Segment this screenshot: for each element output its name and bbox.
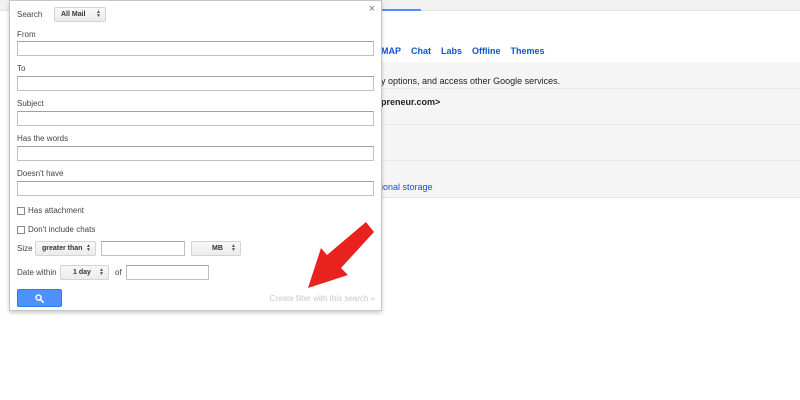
- dont-include-chats-option: Don't include chats: [17, 225, 95, 234]
- search-icon: [35, 293, 44, 303]
- of-label: of: [115, 268, 122, 277]
- has-words-label: Has the words: [17, 134, 69, 143]
- select-arrows-icon: ▲ ▼: [99, 267, 104, 277]
- row-divider: [380, 124, 800, 125]
- select-arrows-icon: ▲ ▼: [86, 243, 91, 253]
- subject-field[interactable]: [17, 111, 374, 126]
- date-within-value: 1 day: [73, 269, 91, 276]
- search-label: Search: [17, 10, 43, 19]
- to-label: To: [17, 64, 26, 73]
- size-label: Size: [17, 244, 33, 253]
- close-icon[interactable]: ×: [369, 4, 375, 15]
- dont-include-chats-label: Don't include chats: [28, 225, 96, 234]
- create-filter-link[interactable]: Create filter with this search »: [270, 294, 375, 303]
- date-reference-field[interactable]: [126, 265, 209, 280]
- annotation-arrow-icon: [308, 222, 374, 288]
- size-value-field[interactable]: [101, 241, 185, 256]
- size-unit-select[interactable]: MB ▲ ▼: [191, 241, 241, 256]
- tab-themes[interactable]: Themes: [511, 46, 545, 56]
- size-unit-value: MB: [212, 245, 223, 252]
- search-button[interactable]: [17, 289, 62, 307]
- from-field[interactable]: [17, 41, 374, 56]
- tab-labs[interactable]: Labs: [441, 46, 462, 56]
- search-scope-select[interactable]: All Mail ▲ ▼: [54, 7, 106, 22]
- doesnt-have-label: Doesn't have: [17, 169, 64, 178]
- account-email: preneur.com>: [381, 97, 441, 107]
- has-attachment-label: Has attachment: [28, 206, 85, 215]
- from-label: From: [17, 30, 36, 39]
- has-words-field[interactable]: [17, 146, 374, 161]
- doesnt-have-field[interactable]: [17, 181, 374, 196]
- select-arrows-icon: ▲ ▼: [96, 9, 101, 19]
- row-divider: [380, 88, 800, 89]
- date-within-select[interactable]: 1 day ▲ ▼: [60, 265, 109, 280]
- dont-include-chats-checkbox[interactable]: [17, 225, 25, 234]
- annotation-arrow-shape: [308, 222, 374, 288]
- size-operator-value: greater than: [42, 245, 83, 252]
- tab-chat[interactable]: Chat: [411, 46, 431, 56]
- settings-tabs: MAP Chat Labs Offline Themes: [381, 46, 545, 56]
- size-operator-select[interactable]: greater than ▲ ▼: [35, 241, 96, 256]
- settings-text-line: y options, and access other Google servi…: [381, 76, 561, 86]
- storage-link[interactable]: ional storage: [381, 182, 433, 192]
- search-scope-value: All Mail: [61, 11, 86, 18]
- to-field[interactable]: [17, 76, 374, 91]
- tab-imap[interactable]: MAP: [381, 46, 401, 56]
- has-attachment-checkbox[interactable]: [17, 206, 25, 215]
- has-attachment-option: Has attachment: [17, 206, 84, 215]
- date-within-label: Date within: [17, 268, 57, 277]
- tab-offline[interactable]: Offline: [472, 46, 501, 56]
- select-arrows-icon: ▲ ▼: [231, 243, 236, 253]
- subject-label: Subject: [17, 99, 44, 108]
- row-divider: [380, 160, 800, 161]
